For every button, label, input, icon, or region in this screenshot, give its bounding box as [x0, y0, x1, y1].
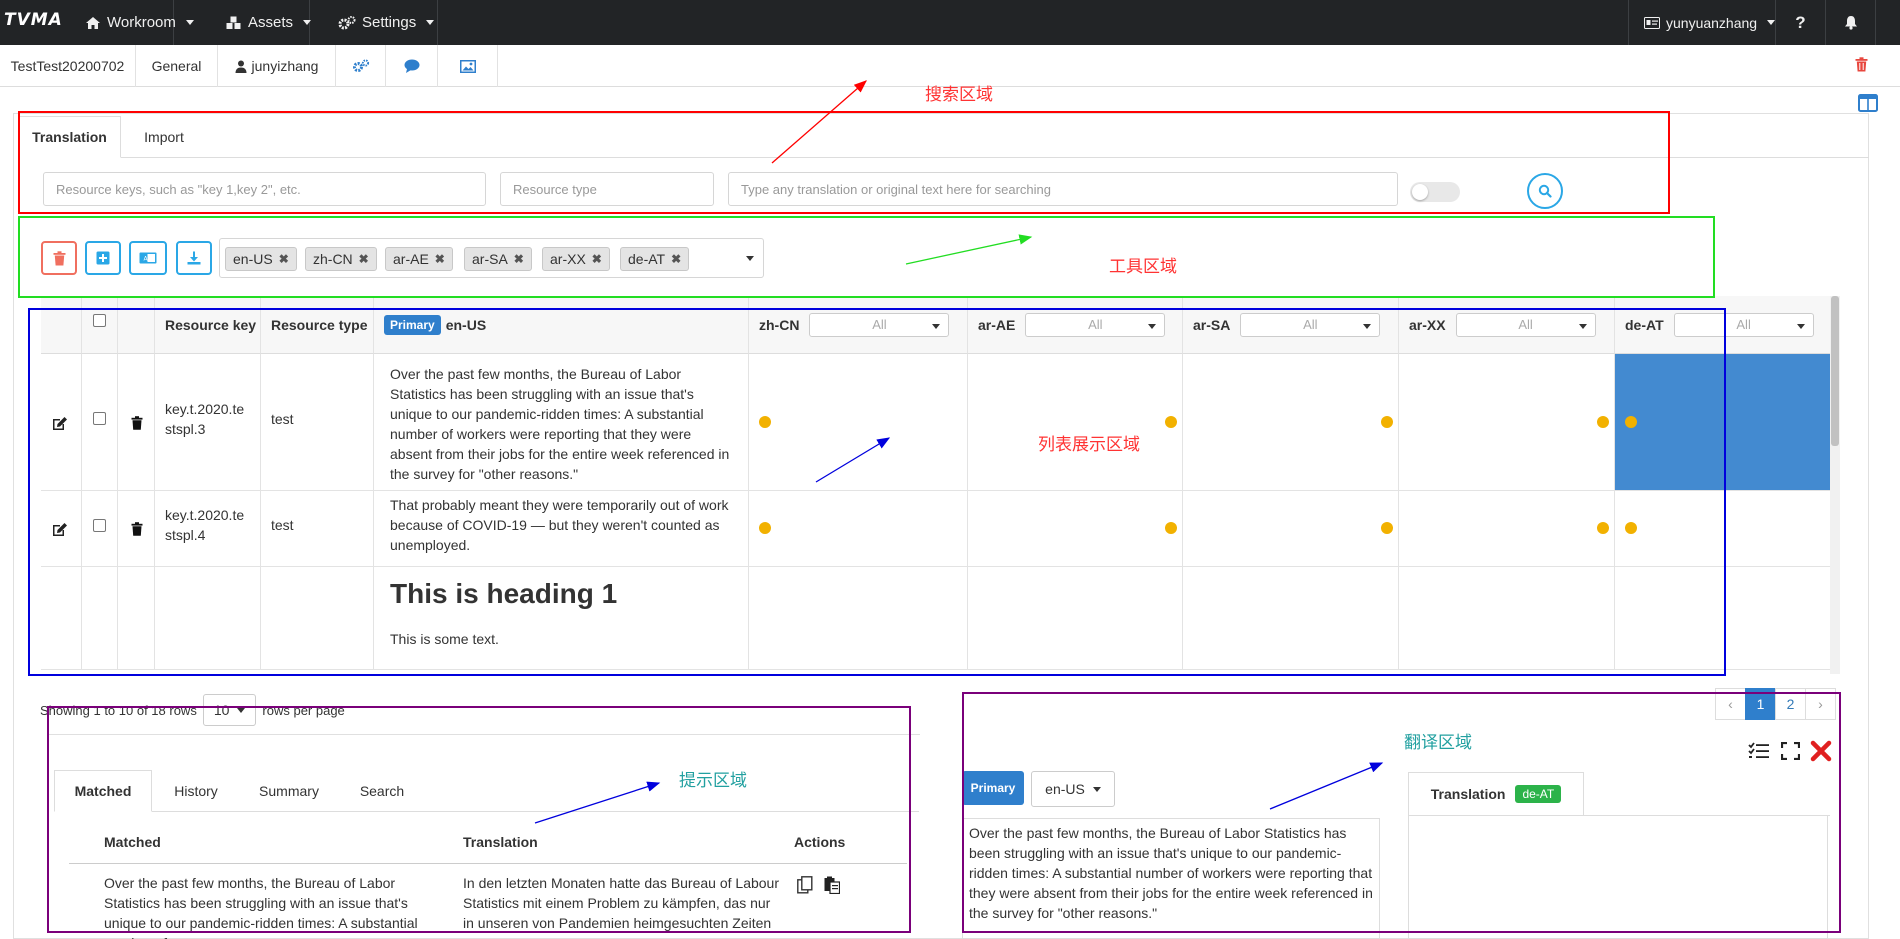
annotation-hint-label: 提示区域 [679, 771, 747, 791]
gears-icon [338, 15, 356, 30]
annotation-tools-box [18, 216, 1715, 298]
chevron-down-icon [1796, 323, 1805, 329]
chevron-down-icon [1767, 20, 1776, 25]
delete-project-button[interactable] [1855, 57, 1868, 72]
project-owner-label: junyizhang [251, 58, 319, 74]
chevron-down-icon [303, 20, 312, 25]
id-card-icon [1644, 16, 1660, 29]
annotation-search-label: 搜索区域 [925, 85, 993, 105]
nav-settings-label: Settings [362, 14, 417, 31]
bell-icon [1844, 15, 1858, 30]
trash-icon [1855, 57, 1868, 72]
annotation-translate-box [962, 692, 1841, 933]
notification-button[interactable] [1826, 0, 1876, 45]
user-icon [235, 60, 247, 73]
help-label: ? [1795, 12, 1806, 32]
home-icon [85, 16, 101, 30]
project-general-label: General [151, 58, 202, 74]
chevron-down-icon [426, 20, 435, 25]
annotation-hint-box [47, 706, 911, 933]
nav-workroom[interactable]: Workroom [70, 0, 194, 45]
gears-icon [352, 59, 370, 73]
nav-assets-label: Assets [248, 14, 294, 31]
annotation-list-box [28, 308, 1726, 676]
project-name-label: TestTest20200702 [10, 58, 125, 74]
chevron-down-icon [185, 20, 194, 25]
image-icon [459, 59, 476, 73]
annotation-tools-label: 工具区域 [1109, 257, 1177, 277]
project-name[interactable]: TestTest20200702 [0, 45, 136, 87]
cubes-icon [226, 16, 242, 30]
user-menu[interactable]: yunyuanzhang [1628, 0, 1776, 45]
project-general[interactable]: General [136, 45, 218, 87]
user-name: yunyuanzhang [1666, 14, 1758, 31]
scrollbar-thumb[interactable] [1831, 296, 1839, 446]
nav-settings[interactable]: Settings [326, 0, 438, 45]
annotation-search-box [18, 111, 1670, 214]
nav-workroom-label: Workroom [107, 14, 176, 31]
top-navbar: TVMA Workroom Assets Settings yunyuanzha… [0, 0, 1900, 45]
project-comments-button[interactable] [386, 45, 438, 87]
project-owner[interactable]: junyizhang [218, 45, 336, 87]
comment-icon [404, 59, 420, 73]
help-button[interactable]: ? [1776, 0, 1826, 45]
filter-value: All [1736, 317, 1751, 332]
annotation-translate-label: 翻译区域 [1404, 733, 1472, 753]
app-logo[interactable]: TVMA [4, 10, 63, 30]
columns-layout-icon[interactable] [1858, 94, 1878, 112]
project-settings-button[interactable] [336, 45, 386, 87]
nav-assets[interactable]: Assets [210, 0, 312, 45]
annotation-list-label: 列表展示区域 [1038, 435, 1140, 455]
project-images-button[interactable] [438, 45, 498, 87]
table-scrollbar[interactable] [1830, 296, 1840, 674]
